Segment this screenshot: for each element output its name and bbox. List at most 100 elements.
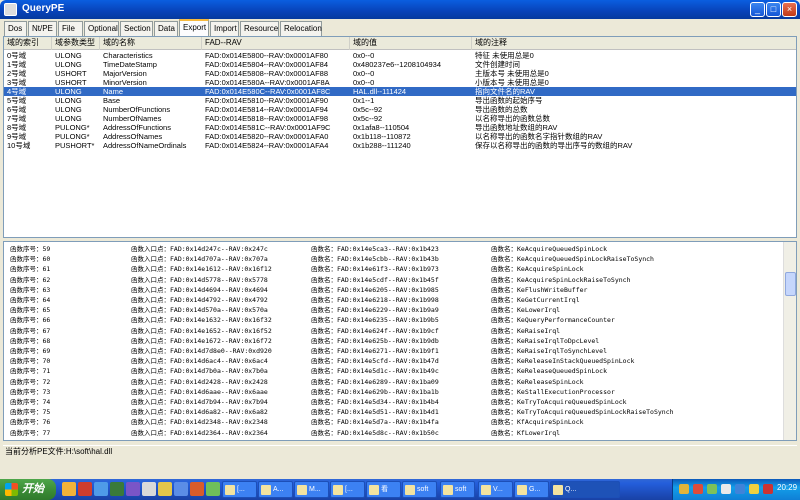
tab-export[interactable]: Export bbox=[179, 19, 209, 36]
log-field: 函数入口点：FAD:0x14d7d8e0--RAV:0xd920 bbox=[131, 347, 272, 355]
table-cell: 保存以名称导出的函数的导出序号的数组的RAV bbox=[475, 141, 633, 150]
table-cell: FAD:0x014E5808--RAV:0x0001AF88 bbox=[205, 69, 328, 78]
taskbar-task[interactable]: Q... bbox=[550, 481, 620, 498]
log-field: 函数名：FAD:0x14e5d7a--RAV:0x1b4fa bbox=[311, 418, 439, 427]
column-header[interactable]: 域的名称 bbox=[100, 37, 202, 50]
table-cell: FAD:0x014E580A--RAV:0x0001AF8A bbox=[205, 78, 330, 87]
table-row[interactable]: 1号域 ULONG TimeDateStamp FAD:0x014E5804--RAV… bbox=[4, 60, 796, 69]
log-field: 函数序号：74 bbox=[10, 398, 51, 406]
table-cell: PUSHORT* bbox=[55, 141, 95, 150]
tray-security-icon[interactable] bbox=[693, 484, 703, 494]
log-field: 函数名：FAD:0x14e5d51--RAV:0x1b4d1 bbox=[311, 408, 439, 417]
taskbar-task[interactable]: [... bbox=[222, 481, 257, 498]
table-cell: AddressOfNames bbox=[103, 132, 163, 141]
tab-dos[interactable]: Dos bbox=[4, 21, 27, 36]
tab-section[interactable]: Section bbox=[120, 21, 153, 36]
start-button[interactable]: 开始 bbox=[0, 479, 56, 500]
log-field: 函数名：KeAcquireQueuedSpinLockRaiseToSynch bbox=[491, 255, 654, 264]
taskbar-task[interactable]: 看 bbox=[366, 481, 401, 498]
export-log-panel[interactable]: 函数序号：59 函数入口点：FAD:0x14d247c--RAV:0x247c 函数… bbox=[3, 241, 797, 441]
task-label: soft bbox=[455, 486, 467, 493]
log-field: 函数序号：63 bbox=[10, 285, 51, 294]
table-cell: FAD:0x014E5824--RAV:0x0001AFA4 bbox=[205, 141, 329, 150]
log-field: 函数名：KeStallExecutionProcessor bbox=[491, 387, 615, 396]
table-cell: 0x1--1 bbox=[353, 96, 375, 105]
quicklaunch-media-icon[interactable] bbox=[126, 482, 140, 496]
title-bar[interactable]: QueryPE _ □ × bbox=[0, 0, 800, 19]
taskbar-task[interactable]: A... bbox=[258, 481, 293, 498]
taskbar-task[interactable]: G... bbox=[514, 481, 549, 498]
maximize-button[interactable]: □ bbox=[766, 2, 781, 17]
quicklaunch-app-icon[interactable] bbox=[78, 482, 92, 496]
windows-logo-icon bbox=[5, 483, 18, 496]
tray-app-icon[interactable] bbox=[707, 484, 717, 494]
quicklaunch-folder-icon[interactable] bbox=[62, 482, 76, 496]
quicklaunch-tool-icon[interactable] bbox=[110, 482, 124, 496]
table-row[interactable]: 4号域 ULONG Name FAD:0x014E580C--RAV:0x0001AF… bbox=[4, 87, 796, 96]
tray-volume-icon[interactable] bbox=[721, 484, 731, 494]
table-row[interactable]: 6号域 ULONG NumberOfFunctions FAD:0x014E5814-… bbox=[4, 105, 796, 114]
log-field: 函数名：FAD:0x14e6218--RAV:0x1b998 bbox=[311, 296, 439, 304]
table-cell: ULONG bbox=[55, 114, 82, 123]
log-scrollbar-thumb[interactable] bbox=[785, 272, 796, 296]
table-cell: MinorVersion bbox=[103, 78, 147, 87]
taskbar-task[interactable]: soft bbox=[440, 481, 475, 498]
log-field: 函数名：KeTryToAcquireQueuedSpinLockRaiseToS… bbox=[491, 408, 674, 417]
column-header[interactable]: 域的索引 bbox=[4, 37, 52, 50]
log-field: 函数序号：62 bbox=[10, 275, 51, 284]
tab-data[interactable]: Data bbox=[154, 21, 178, 36]
quicklaunch-desktop-icon[interactable] bbox=[142, 482, 156, 496]
table-row[interactable]: 10号域 PUSHORT* AddressOfNameOrdinals FAD:0x0… bbox=[4, 141, 796, 150]
log-line: 函数序号：64 函数入口点：FAD:0x14d4792--RAV:0x4792 函数… bbox=[4, 296, 784, 305]
table-row[interactable]: 3号域 USHORT MinorVersion FAD:0x014E580A--RAV… bbox=[4, 78, 796, 87]
log-field: 函数入口点：FAD:0x14d2364--RAV:0x2364 bbox=[131, 428, 268, 437]
log-field: 函数序号：73 bbox=[10, 387, 51, 396]
task-window-icon bbox=[553, 485, 563, 495]
table-row[interactable]: 8号域 PULONG* AddressOfFunctions FAD:0x014E58… bbox=[4, 123, 796, 132]
tab-import[interactable]: Import bbox=[210, 21, 239, 36]
log-field: 函数名：KeLowerIrql bbox=[491, 306, 561, 315]
log-field: 函数名：KeRaiseIrqlToSynchLevel bbox=[491, 347, 608, 355]
log-field: 函数序号：64 bbox=[10, 296, 51, 304]
table-row[interactable]: 7号域 ULONG NumberOfNames FAD:0x014E5818--RAV… bbox=[4, 114, 796, 123]
quicklaunch-explorer-icon[interactable] bbox=[158, 482, 172, 496]
column-header[interactable]: 域的注释 bbox=[472, 37, 796, 50]
quicklaunch-ie-icon[interactable] bbox=[174, 482, 188, 496]
quicklaunch-extra-icon[interactable] bbox=[190, 482, 204, 496]
table-cell: 0x1b118--110872 bbox=[353, 132, 411, 141]
task-label: M... bbox=[309, 486, 321, 493]
log-field: 函数名：FAD:0x14e6229--RAV:0x1b9a9 bbox=[311, 306, 439, 315]
log-scrollbar[interactable] bbox=[783, 242, 796, 440]
taskbar-task[interactable]: [... bbox=[330, 481, 365, 498]
taskbar-task[interactable]: V... bbox=[478, 481, 513, 498]
quicklaunch-browser-icon[interactable] bbox=[94, 482, 108, 496]
log-field: 函数名：KeAcquireQueuedSpinLock bbox=[491, 245, 608, 253]
log-field: 函数名：KeAcquireSpinLockRaiseToSynch bbox=[491, 275, 631, 284]
table-row[interactable]: 0号域 ULONG Characteristics FAD:0x014E5800--R… bbox=[4, 51, 796, 60]
tab-relocation[interactable]: Relocation bbox=[280, 21, 322, 36]
taskbar-task[interactable]: M... bbox=[294, 481, 329, 498]
export-table-panel: 域的索引 域参数类型 域的名称 FAD--RAV 域的值 域的注释 0号域 ULONG Cha… bbox=[3, 36, 797, 238]
taskbar-task[interactable]: soft bbox=[402, 481, 437, 498]
table-row[interactable]: 5号域 ULONG Base FAD:0x014E5810--RAV:0x0001AF… bbox=[4, 96, 796, 105]
tab-optional[interactable]: Optional bbox=[84, 21, 119, 36]
column-header[interactable]: FAD--RAV bbox=[202, 37, 350, 50]
tab-resource[interactable]: Resource bbox=[240, 21, 279, 36]
tab-file[interactable]: File bbox=[58, 21, 83, 36]
column-header[interactable]: 域参数类型 bbox=[52, 37, 100, 50]
tray-network-icon[interactable] bbox=[679, 484, 689, 494]
table-cell: 4号域 bbox=[7, 87, 27, 96]
table-row[interactable]: 9号域 PULONG* AddressOfNames FAD:0x014E5820--… bbox=[4, 132, 796, 141]
tray-antivirus-icon[interactable] bbox=[763, 484, 773, 494]
close-button[interactable]: × bbox=[782, 2, 797, 17]
table-row[interactable]: 2号域 USHORT MajorVersion FAD:0x014E5808--RAV… bbox=[4, 69, 796, 78]
minimize-button[interactable]: _ bbox=[750, 2, 765, 17]
tray-ime-icon[interactable] bbox=[749, 484, 759, 494]
tab-ntpe[interactable]: Nt/PE bbox=[28, 21, 57, 36]
quicklaunch-misc-icon[interactable] bbox=[206, 482, 220, 496]
column-header[interactable]: 域的值 bbox=[350, 37, 472, 50]
tray-bluetooth-icon[interactable] bbox=[735, 484, 745, 494]
task-label: V... bbox=[493, 486, 503, 493]
table-cell: NumberOfNames bbox=[103, 114, 162, 123]
log-field: 函数序号：70 bbox=[10, 357, 51, 366]
